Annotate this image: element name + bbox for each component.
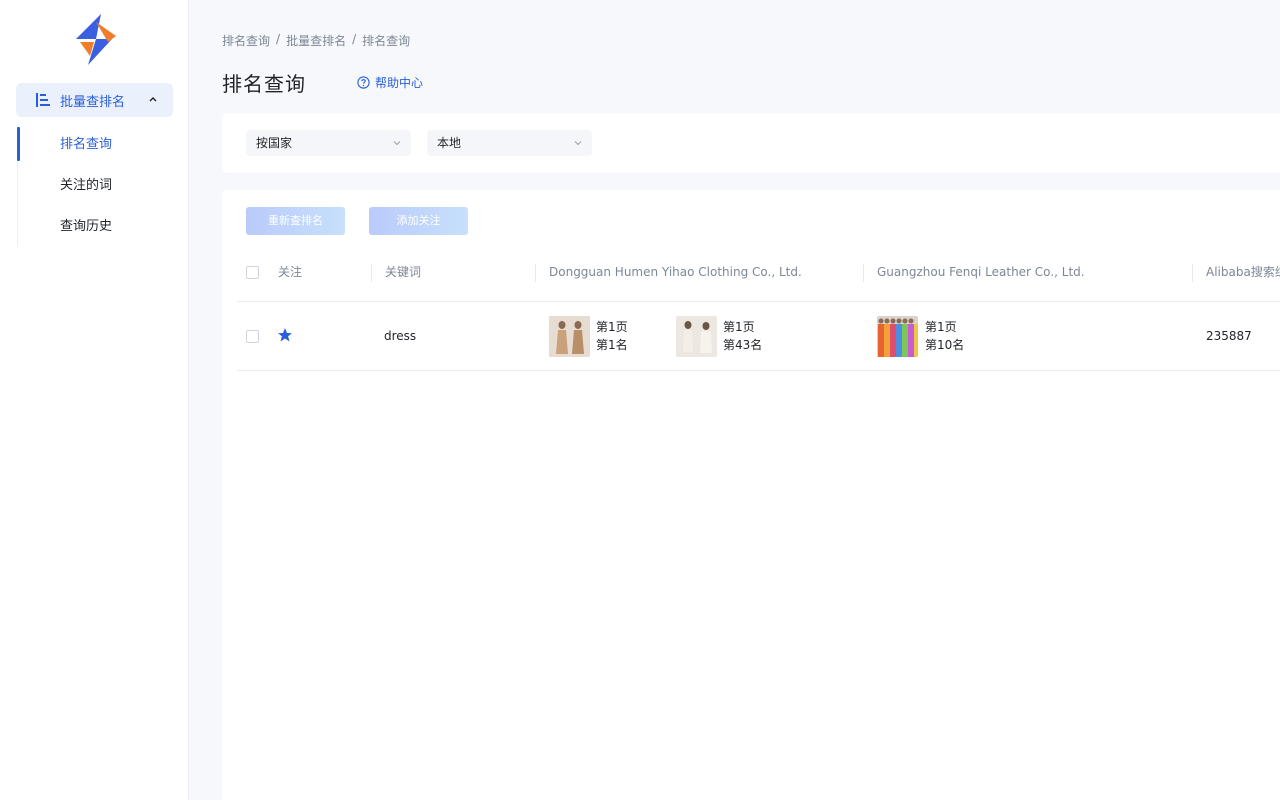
breadcrumb: 排名查询 / 批量查排名 / 排名查询 bbox=[222, 32, 410, 49]
help-icon bbox=[357, 76, 370, 89]
chevron-up-icon bbox=[147, 93, 159, 105]
sidebar-item-query-history[interactable]: 查询历史 bbox=[18, 206, 174, 247]
breadcrumb-item: 排名查询 bbox=[362, 32, 410, 49]
mode-select-value: 按国家 bbox=[256, 136, 292, 150]
rerank-button[interactable]: 重新查排名 bbox=[246, 207, 345, 235]
breadcrumb-separator: / bbox=[276, 32, 280, 49]
column-divider bbox=[535, 264, 536, 282]
search-volume-cell: 235887 bbox=[1206, 329, 1252, 343]
region-select-value: 本地 bbox=[437, 136, 461, 150]
chevron-down-icon bbox=[392, 138, 402, 148]
keyword-cell[interactable]: dress bbox=[384, 329, 416, 343]
chevron-down-icon bbox=[573, 138, 583, 148]
sidebar-item-followed-words[interactable]: 关注的词 bbox=[18, 165, 174, 206]
rank-page: 第1页 bbox=[925, 318, 957, 336]
sidebar-group-batch-rank[interactable]: 批量查排名 bbox=[16, 83, 173, 117]
product-thumbnail[interactable] bbox=[676, 316, 717, 357]
column-header-keyword: 关键词 bbox=[385, 250, 421, 302]
table-row: dress 第1页 第1名 第1页 第43名 bbox=[237, 302, 1280, 371]
sidebar: 批量查排名 排名查询 关注的词 查询历史 bbox=[0, 0, 189, 800]
column-divider bbox=[371, 264, 372, 282]
add-follow-button[interactable]: 添加关注 bbox=[369, 207, 468, 235]
logo-icon bbox=[66, 12, 122, 68]
column-header-company2: Guangzhou Fenqi Leather Co., Ltd. bbox=[877, 250, 1085, 302]
region-select[interactable]: 本地 bbox=[427, 130, 592, 156]
help-center-link[interactable]: 帮助中心 bbox=[357, 74, 423, 91]
breadcrumb-item[interactable]: 批量查排名 bbox=[286, 32, 346, 49]
table-card: 重新查排名 添加关注 关注 关键词 Dongguan Humen Yihao C… bbox=[222, 190, 1280, 800]
product-thumbnail[interactable] bbox=[549, 316, 590, 357]
breadcrumb-item[interactable]: 排名查询 bbox=[222, 32, 270, 49]
filter-card: 按国家 本地 bbox=[222, 113, 1280, 173]
select-all-checkbox[interactable] bbox=[246, 266, 259, 279]
column-header-company1: Dongguan Humen Yihao Clothing Co., Ltd. bbox=[549, 250, 802, 302]
rank-page: 第1页 bbox=[723, 318, 755, 336]
column-divider bbox=[1192, 264, 1193, 282]
sidebar-item-rank-query[interactable]: 排名查询 bbox=[18, 124, 174, 165]
star-icon[interactable] bbox=[277, 327, 293, 343]
rank-page: 第1页 bbox=[596, 318, 628, 336]
product-thumbnail[interactable] bbox=[877, 316, 918, 357]
list-icon bbox=[36, 93, 50, 107]
column-divider bbox=[863, 264, 864, 282]
sidebar-submenu: 排名查询 关注的词 查询历史 bbox=[17, 124, 174, 247]
column-header-follow: 关注 bbox=[278, 250, 302, 302]
rank-position: 第43名 bbox=[723, 336, 762, 354]
table-header: 关注 关键词 Dongguan Humen Yihao Clothing Co.… bbox=[237, 250, 1280, 302]
rank-position: 第1名 bbox=[596, 336, 628, 354]
page-title: 排名查询 bbox=[222, 68, 306, 97]
column-header-volume: Alibaba搜索综 bbox=[1206, 250, 1280, 302]
sidebar-group-label: 批量查排名 bbox=[60, 91, 125, 110]
mode-select[interactable]: 按国家 bbox=[246, 130, 411, 156]
breadcrumb-separator: / bbox=[352, 32, 356, 49]
help-center-label: 帮助中心 bbox=[375, 74, 423, 91]
row-checkbox[interactable] bbox=[246, 330, 259, 343]
rank-position: 第10名 bbox=[925, 336, 964, 354]
